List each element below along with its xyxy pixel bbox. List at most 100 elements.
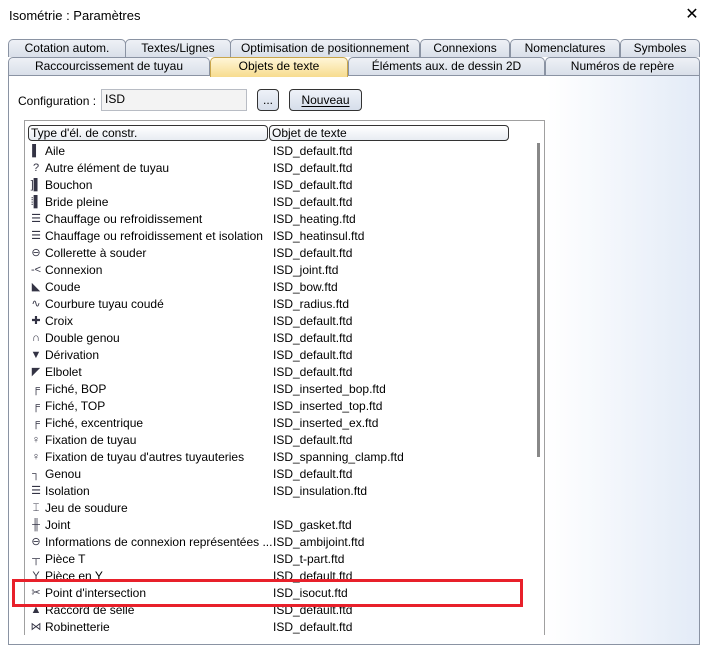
list-item[interactable]: ◤ Elbolet ISD_default.ftd <box>25 364 530 381</box>
text-object: ISD_insulation.ftd <box>273 484 368 498</box>
element-type: Fiché, BOP <box>45 382 107 396</box>
element-type: Croix <box>45 314 74 328</box>
list-item[interactable]: -< Connexion ISD_joint.ftd <box>25 262 530 279</box>
tab-optimisation-de-positionnement[interactable]: Optimisation de positionnement <box>230 39 420 57</box>
element-type: Chauffage ou refroidissement <box>45 212 203 226</box>
text-object: ISD_default.ftd <box>273 365 353 379</box>
element-type: Point d'intersection <box>45 586 147 600</box>
element-type: Pièce T <box>45 552 86 566</box>
browse-button[interactable]: ... <box>257 89 279 111</box>
tab-objets-de-texte[interactable]: Objets de texte <box>210 57 348 77</box>
list-item[interactable]: ☰ Isolation ISD_insulation.ftd <box>25 483 530 500</box>
element-type: Elbolet <box>45 365 82 379</box>
list-item[interactable]: ♀ Fixation de tuyau ISD_default.ftd <box>25 432 530 449</box>
element-type-icon: ☰ <box>31 213 41 225</box>
element-type: Isolation <box>45 484 90 498</box>
list-item[interactable]: ┐ Genou ISD_default.ftd <box>25 466 530 483</box>
element-type: Courbure tuyau coudé <box>45 297 164 311</box>
list-item[interactable]: ⌶ Jeu de soudure <box>25 500 530 517</box>
element-type-icon: ✚ <box>31 315 41 327</box>
list-rows: ▌ Aile ISD_default.ftd? Autre élément de tu… <box>25 143 530 635</box>
list-item[interactable]: ]▌ Bouchon ISD_default.ftd <box>25 177 530 194</box>
tab-éléments-aux-de-dessin-2d[interactable]: Éléments aux. de dessin 2D <box>348 57 545 75</box>
list-item[interactable]: ⁞▌ Bride pleine ISD_default.ftd <box>25 194 530 211</box>
list-item[interactable]: ▼ Dérivation ISD_default.ftd <box>25 347 530 364</box>
element-type-icon: ⌶ <box>32 502 40 514</box>
vertical-scrollbar[interactable] <box>531 143 544 635</box>
list-item[interactable]: Y Pièce en Y ISD_default.ftd <box>25 568 530 585</box>
list-item[interactable]: ▌ Aile ISD_default.ftd <box>25 143 530 160</box>
text-object: ISD_default.ftd <box>273 314 353 328</box>
text-object: ISD_inserted_top.ftd <box>273 399 383 413</box>
list-item[interactable]: ┬ Pièce T ISD_t-part.ftd <box>25 551 530 568</box>
element-type: Chauffage ou refroidissement et isolatio… <box>45 229 263 243</box>
list-item[interactable]: ∿ Courbure tuyau coudé ISD_radius.ftd <box>25 296 530 313</box>
element-type: Connexion <box>45 263 103 277</box>
element-type: Coude <box>45 280 81 294</box>
tab-cotation-autom-[interactable]: Cotation autom. <box>8 39 126 57</box>
text-object: ISD_default.ftd <box>273 569 353 583</box>
element-type-icon: ♀ <box>31 434 41 446</box>
list-item[interactable]: ╫ Joint ISD_gasket.ftd <box>25 517 530 534</box>
element-type: Bouchon <box>45 178 93 192</box>
element-type-icon: ▼ <box>30 349 42 361</box>
list-item[interactable]: ◣ Coude ISD_bow.ftd <box>25 279 530 296</box>
element-type-icon: ∿ <box>31 298 41 310</box>
element-type: Fixation de tuyau d'autres tuyauteries <box>45 450 245 464</box>
list-item[interactable]: ☰ Chauffage ou refroidissement et isolati… <box>25 228 530 245</box>
list-item[interactable]: ♀ Fixation de tuyau d'autres tuyauteries I… <box>25 449 530 466</box>
list-item[interactable]: ⋈ Robinetterie ISD_default.ftd <box>25 619 530 635</box>
element-type: Fiché, TOP <box>45 399 106 413</box>
element-type-icon: ╒ <box>32 400 40 412</box>
window-title: Isométrie : Paramètres <box>9 8 141 23</box>
text-object: ISD_inserted_ex.ftd <box>273 416 379 430</box>
column-header-type[interactable]: Type d'él. de constr. <box>28 125 268 141</box>
title-bar: Isométrie : Paramètres ✕ <box>0 0 708 32</box>
text-object: ISD_inserted_bop.ftd <box>273 382 386 396</box>
text-object: ISD_ambijoint.ftd <box>273 535 365 549</box>
text-object: ISD_heating.ftd <box>273 212 356 226</box>
element-type-icon: ∩ <box>32 332 40 344</box>
element-type: Fixation de tuyau <box>45 433 137 447</box>
list-item[interactable]: ✚ Croix ISD_default.ftd <box>25 313 530 330</box>
text-object: ISD_default.ftd <box>273 161 353 175</box>
list-item[interactable]: ⊖ Informations de connexion représentées … <box>25 534 530 551</box>
element-type-icon: ⁞▌ <box>30 196 42 208</box>
column-header-text-object[interactable]: Objet de texte <box>269 125 509 141</box>
close-icon[interactable]: ✕ <box>682 5 702 25</box>
tab-textes-lignes[interactable]: Textes/Lignes <box>125 39 231 57</box>
list-item[interactable]: ╒ Fiché, TOP ISD_inserted_top.ftd <box>25 398 530 415</box>
tab-raccourcissement-de-tuyau[interactable]: Raccourcissement de tuyau <box>8 57 210 75</box>
element-type: Dérivation <box>45 348 100 362</box>
new-button[interactable]: Nouveau <box>289 89 362 111</box>
element-type-icon: ┬ <box>32 553 40 565</box>
tab-nomenclatures[interactable]: Nomenclatures <box>510 39 620 57</box>
list-item[interactable]: ▲ Raccord de selle ISD_default.ftd <box>25 602 530 619</box>
list-item[interactable]: ✂ Point d'intersection ISD_isocut.ftd <box>25 585 530 602</box>
text-object: ISD_default.ftd <box>273 331 353 345</box>
tab-connexions[interactable]: Connexions <box>420 39 510 57</box>
list-item[interactable]: ∩ Double genou ISD_default.ftd <box>25 330 530 347</box>
list-item[interactable]: ⊖ Collerette à souder ISD_default.ftd <box>25 245 530 262</box>
element-type-icon: ╒ <box>32 383 40 395</box>
element-type-icon: ☰ <box>31 485 41 497</box>
tab-numéros-de-repère[interactable]: Numéros de repère <box>545 57 700 75</box>
scrollbar-thumb[interactable] <box>537 143 540 457</box>
element-type-icon: ◤ <box>31 366 41 378</box>
text-object: ISD_default.ftd <box>273 620 353 634</box>
tab-symboles[interactable]: Symboles <box>620 39 700 57</box>
list-item[interactable]: ☰ Chauffage ou refroidissement ISD_heating… <box>25 211 530 228</box>
text-object: ISD_default.ftd <box>273 603 353 617</box>
list-item[interactable]: ? Autre élément de tuyau ISD_default.ftd <box>25 160 530 177</box>
element-type-icon: ◣ <box>31 281 41 293</box>
element-type-icon: ▲ <box>30 604 42 616</box>
element-type-icon: ✂ <box>31 587 41 599</box>
list-item[interactable]: ╒ Fiché, excentrique ISD_inserted_ex.ftd <box>25 415 530 432</box>
element-type-icon: ⊖ <box>31 536 41 548</box>
element-type: Collerette à souder <box>45 246 147 260</box>
text-object: ISD_default.ftd <box>273 433 353 447</box>
element-type: Jeu de soudure <box>45 501 128 515</box>
configuration-field[interactable]: ISD <box>101 89 247 111</box>
list-item[interactable]: ╒ Fiché, BOP ISD_inserted_bop.ftd <box>25 381 530 398</box>
element-type: Double genou <box>45 331 120 345</box>
